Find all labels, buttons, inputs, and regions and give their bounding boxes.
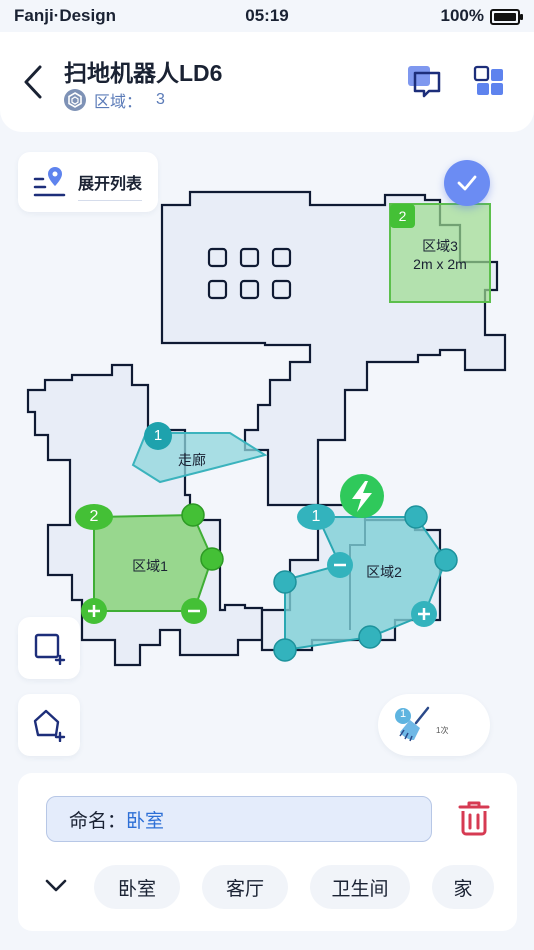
zone-3-badge: 2	[398, 208, 407, 224]
name-field-value: 卧室	[126, 810, 165, 832]
zone-2	[273, 504, 458, 662]
corridor-label: 走廊	[178, 452, 206, 468]
add-polygon-zone-button[interactable]	[18, 694, 80, 756]
expand-list-button[interactable]: 展开列表	[18, 152, 158, 212]
area-count: 区域： 3	[64, 88, 165, 112]
location-list-icon	[33, 167, 66, 197]
zone-3-label: 区域3	[422, 238, 458, 254]
zone-name-panel: 命名： 卧室 卧室 客厅 卫生间 家	[18, 773, 517, 931]
collapse-button[interactable]	[44, 873, 68, 897]
name-field-label: 命名：	[69, 810, 127, 832]
header: 扫地机器人LD6 区域： 3	[0, 32, 534, 132]
back-arrow-icon	[24, 65, 42, 99]
back-button[interactable]	[18, 62, 50, 102]
name-chip-living-room[interactable]: 客厅	[202, 865, 288, 909]
name-chip-bedroom[interactable]: 卧室	[94, 865, 180, 909]
zone-name-field[interactable]: 命名： 卧室	[46, 796, 432, 842]
zone-1-badge: 2	[89, 508, 99, 525]
grid-button[interactable]	[472, 64, 508, 100]
status-bar: Fanji·Design 05:19 100%	[0, 0, 534, 32]
trash-icon	[458, 801, 490, 836]
expand-list-label: 展开列表	[78, 170, 143, 201]
clean-times-label: 1次	[436, 726, 449, 735]
area-count-value: 3	[156, 91, 165, 108]
charger-icon	[340, 474, 384, 518]
name-chip-bathroom[interactable]: 卫生间	[310, 865, 410, 909]
battery-percent: 100%	[440, 6, 484, 25]
confirm-button[interactable]	[444, 160, 490, 206]
delete-button[interactable]	[454, 798, 494, 838]
battery-icon	[490, 9, 523, 25]
layout-grid-icon	[473, 65, 503, 95]
floor-map[interactable]: 2 区域3 2m x 2m 1 走廊 2 区域1 1 区域2	[0, 140, 534, 770]
area-count-label: 区域：	[94, 94, 143, 111]
page-title: 扫地机器人LD6	[64, 60, 223, 86]
floor-plan	[26, 190, 507, 667]
chevron-down-icon	[45, 879, 67, 892]
clean-count: 1	[399, 708, 407, 720]
check-icon	[457, 175, 477, 191]
zone-2-label: 区域2	[366, 564, 402, 580]
corridor-badge: 1	[153, 427, 163, 444]
add-rect-zone-button[interactable]	[18, 617, 80, 679]
clean-times-button[interactable]: 1 1次	[378, 694, 490, 756]
zone-2-badge: 1	[311, 508, 321, 525]
zone-1-label: 区域1	[132, 558, 168, 574]
add-rectangle-icon	[34, 633, 66, 665]
name-chip-home[interactable]: 家	[432, 865, 494, 909]
zone-3-size: 2m x 2m	[413, 256, 467, 272]
add-polygon-icon	[33, 709, 66, 742]
chat-icon	[408, 66, 441, 98]
area-icon	[64, 89, 86, 111]
message-button[interactable]	[406, 64, 442, 100]
